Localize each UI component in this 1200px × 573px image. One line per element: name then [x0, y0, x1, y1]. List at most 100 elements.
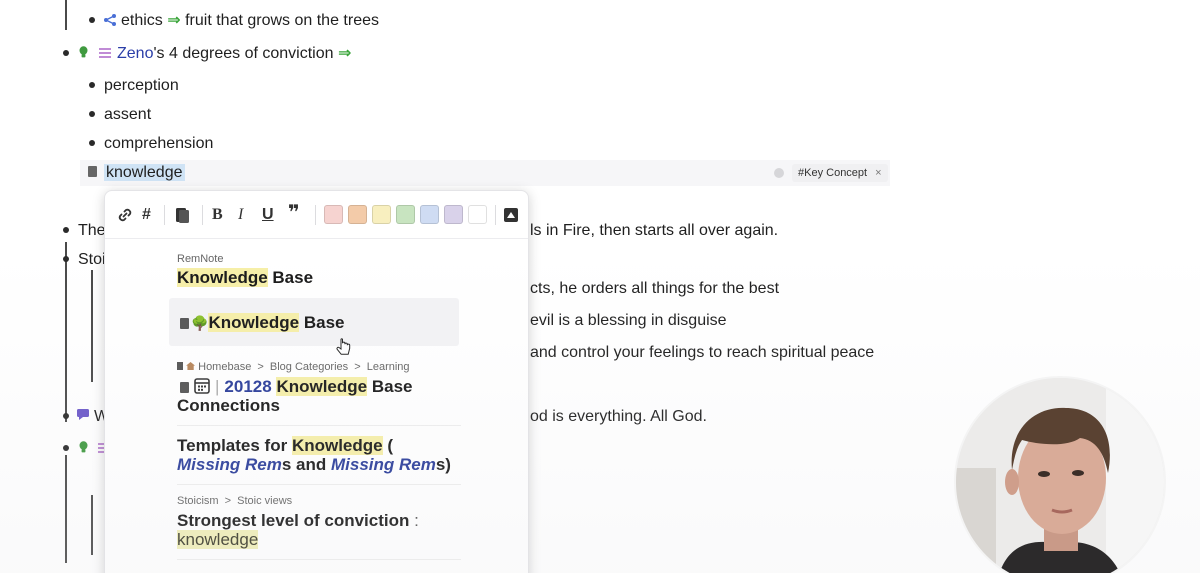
document-icon [180, 318, 189, 329]
rem-text-start[interactable]: Stoi [78, 250, 106, 270]
match-highlight: Knowledge [276, 377, 368, 396]
document-type-icon[interactable] [175, 207, 190, 224]
rem-text-start[interactable]: The [78, 221, 106, 241]
rem-reference-link[interactable]: Zeno [117, 45, 153, 62]
zeno-rem[interactable]: Zeno's 4 degrees of conviction ⇒ [117, 44, 351, 64]
bullet[interactable] [63, 50, 69, 56]
rem-text: fruit that grows on the trees [185, 12, 379, 29]
bullet[interactable] [63, 227, 69, 233]
webcam-overlay [954, 376, 1166, 573]
thread-line [65, 242, 67, 422]
bullet[interactable] [63, 413, 69, 419]
focused-row [80, 160, 890, 186]
bold-button[interactable]: B [212, 205, 223, 225]
toolbar-divider [315, 205, 316, 225]
document-icon [88, 166, 97, 177]
bullet[interactable] [89, 82, 95, 88]
result-colon: : [409, 511, 419, 530]
rem-knowledge-editor[interactable]: knowledge [104, 163, 185, 183]
breadcrumb-item[interactable]: Stoicism [177, 495, 219, 507]
rem-text-end[interactable]: ls in Fire, then starts all over again. [530, 221, 778, 241]
toolbar-divider [164, 205, 165, 225]
quote-button[interactable]: ❞ [288, 203, 300, 223]
rem-reference: Missing Rem [177, 455, 282, 474]
match-highlight: Knowledge [291, 436, 383, 455]
rem-text-end[interactable]: od is everything. All God. [530, 407, 707, 427]
thread-line [91, 270, 93, 382]
breadcrumb-separator: > [224, 495, 232, 507]
rem-reference: Missing Rem [330, 455, 436, 474]
color-swatch-orange[interactable] [348, 205, 367, 224]
forward-arrow: ⇒ [167, 12, 181, 29]
result-text: Base [267, 268, 314, 287]
result-text: ( [382, 436, 393, 455]
result-text: Base [367, 377, 413, 396]
color-swatch-blue[interactable] [420, 205, 439, 224]
result-text-line2: Missing Rems and Missing Rems) [177, 455, 451, 474]
bullet[interactable] [63, 445, 69, 451]
formatting-search-popup: # B I U ❞ RemNote Knowledge Base 🌳Knowle… [104, 190, 529, 573]
hashtag-button[interactable]: # [142, 205, 151, 225]
rem-perception[interactable]: perception [104, 76, 179, 96]
chevron-up-icon [507, 212, 515, 218]
underline-button[interactable]: U [262, 205, 274, 225]
rem-text-end[interactable]: and control your feelings to reach spiri… [530, 343, 874, 363]
lightbulb-icon [79, 441, 88, 453]
match-highlight: Knowledge [208, 313, 300, 332]
search-result[interactable]: | 20128 Knowledge Base [215, 377, 412, 396]
match-highlight: knowledge [177, 530, 259, 549]
collapse-toolbar-button[interactable] [504, 208, 518, 222]
search-result[interactable]: Strongest level of conviction : [177, 511, 419, 530]
link-icon[interactable] [117, 207, 133, 223]
rem-text-end[interactable]: cts, he orders all things for the best [530, 279, 779, 299]
tag-info-icon[interactable] [774, 168, 784, 178]
formatting-toolbar: # B I U ❞ [105, 191, 528, 239]
graph-share-icon [104, 14, 116, 26]
tag-key-concept[interactable]: #Key Concept × [792, 164, 888, 182]
color-swatch-yellow[interactable] [372, 205, 391, 224]
tag-label: #Key Concept [798, 167, 868, 179]
toolbar-divider [495, 205, 496, 225]
italic-button[interactable]: I [238, 205, 243, 225]
rem-text: 's 4 degrees of conviction [153, 45, 334, 62]
bullet[interactable] [89, 17, 95, 23]
bullet[interactable] [63, 256, 69, 262]
comment-icon [77, 409, 89, 420]
rem-comprehension[interactable]: comprehension [104, 134, 213, 154]
result-divider [177, 425, 461, 426]
search-result[interactable]: Knowledge Base [177, 268, 313, 287]
color-swatch-white[interactable] [468, 205, 487, 224]
thread-line [91, 495, 93, 555]
breadcrumb-item[interactable]: Homebase [198, 361, 251, 373]
result-text-line2: Connections [177, 396, 280, 415]
rem-assent[interactable]: assent [104, 105, 151, 125]
color-swatch-red[interactable] [324, 205, 343, 224]
match-highlight: Knowledge [177, 268, 268, 287]
document-icon [180, 382, 189, 393]
thread-line [65, 0, 67, 30]
color-swatch-purple[interactable] [444, 205, 463, 224]
breadcrumb-item[interactable]: Stoic views [237, 495, 292, 507]
search-result[interactable]: 🌳Knowledge Base [191, 313, 344, 333]
ethics-rem[interactable]: ethics ⇒ fruit that grows on the trees [121, 11, 379, 31]
breadcrumb-separator: > [257, 361, 264, 373]
presenter-portrait-image [956, 378, 1164, 573]
selected-text: knowledge [104, 164, 185, 181]
result-text: Templates for [177, 436, 292, 455]
breadcrumb-item[interactable]: Learning [367, 361, 410, 373]
rem-text-end[interactable]: evil is a blessing in disguise [530, 311, 727, 331]
tag-remove-button[interactable]: × [875, 167, 881, 179]
forward-arrow: ⇒ [337, 45, 352, 62]
breadcrumb-item[interactable]: Blog Categories [270, 361, 348, 373]
mouse-cursor-icon [336, 338, 351, 355]
color-swatch-green[interactable] [396, 205, 415, 224]
house-icon [186, 362, 196, 370]
pipe-divider: | [215, 377, 220, 396]
toolbar-divider [202, 205, 203, 225]
list-icon [99, 48, 111, 58]
rem-text: ethics [121, 12, 163, 29]
search-result[interactable]: Templates for Knowledge ( [177, 436, 393, 455]
bullet[interactable] [89, 140, 95, 146]
document-icon [177, 362, 183, 370]
bullet[interactable] [89, 111, 95, 117]
